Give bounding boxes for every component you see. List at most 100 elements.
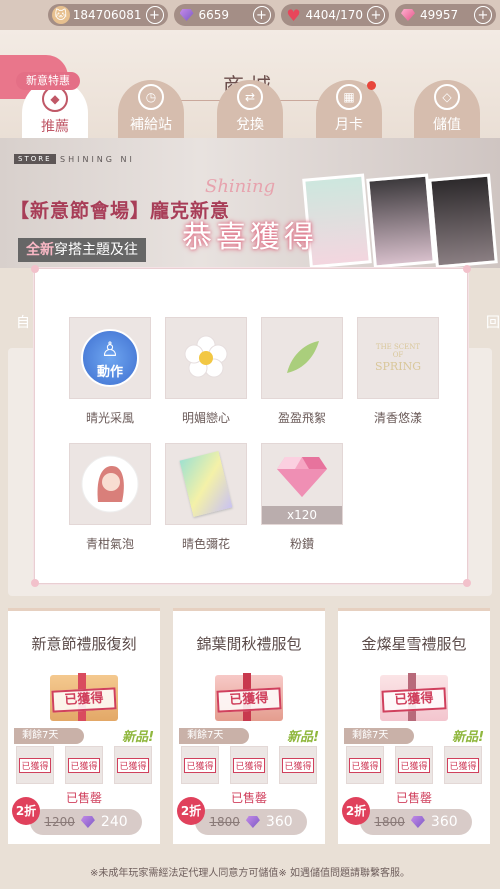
diamond-value: 6659 xyxy=(198,8,230,22)
tab-label: 補給站 xyxy=(130,117,172,133)
footer-notice: ※未成年玩家需經法定代理人同意方可儲值※ 如遇儲值問題請聯繫客服。 xyxy=(90,868,410,879)
remaining-time: 剩餘7天 xyxy=(344,728,414,744)
leaf-icon xyxy=(287,341,319,373)
notification-dot xyxy=(367,81,376,90)
tab-label: 兌換 xyxy=(236,117,264,133)
mini-obtained-stamp: 已獲得 xyxy=(447,757,479,773)
tab-label: 推薦 xyxy=(41,119,69,135)
reward-item-name: 盈盈飛絮 xyxy=(277,411,326,425)
diamond-icon xyxy=(80,816,95,828)
reward-item-box: THE SCENT OF SPRING xyxy=(357,317,439,399)
reward-item-name: 晴光采風 xyxy=(85,411,134,425)
gold-counter: 🐱 184706081 + xyxy=(47,4,168,26)
pack-mini-item[interactable]: 已獲得 xyxy=(16,746,54,784)
flower-icon xyxy=(184,335,228,378)
current-price: 360 xyxy=(265,814,293,830)
add-diamond-button[interactable]: + xyxy=(252,6,271,24)
obtained-stamp: 已獲得 xyxy=(381,687,447,713)
tab-exchange[interactable]: ⇄ 兌換 xyxy=(217,80,283,138)
pack-mini-item[interactable]: 已獲得 xyxy=(279,746,317,784)
add-pink-diamond-button[interactable]: + xyxy=(474,6,492,24)
reward-item-box xyxy=(165,443,247,525)
new-label: 新品! xyxy=(452,730,484,745)
banner-shining-text: Shining xyxy=(205,176,276,197)
mini-obtained-stamp: 已獲得 xyxy=(68,757,100,773)
price-button[interactable]: 1800 360 xyxy=(360,809,472,835)
gift-pack-card[interactable]: 金燦星雪禮服包 已獲得 剩餘7天 新品! 已獲得 已獲得 已獲得 已售罄 180… xyxy=(338,608,490,844)
pink-diamond-icon xyxy=(399,6,417,24)
gift-pack-card[interactable]: 錦葉閒秋禮服包 已獲得 剩餘7天 新品! 已獲得 已獲得 已獲得 已售罄 180… xyxy=(173,608,325,844)
action-badge-icon: ♙ 動作 xyxy=(81,329,139,387)
mini-obtained-stamp: 已獲得 xyxy=(282,757,314,773)
diamond-counter: 6659 + xyxy=(173,4,275,26)
side-tab-left[interactable]: 自 xyxy=(16,312,30,332)
stamina-counter: ♥ 4404/170 + xyxy=(280,4,389,26)
reward-item-name: 粉鑽 xyxy=(289,537,314,551)
pink-diamond-value: 49957 xyxy=(420,8,459,22)
scent-line: THE SCENT xyxy=(375,343,421,352)
reward-item-quantity: x120 xyxy=(262,506,342,524)
add-stamina-button[interactable]: + xyxy=(367,6,385,24)
action-badge-text: 動作 xyxy=(96,364,123,380)
price-button[interactable]: 1800 360 xyxy=(195,809,307,835)
discount-badge: 2折 xyxy=(12,797,40,825)
discount-badge: 2折 xyxy=(177,797,205,825)
reward-item-box: ♙ 動作 xyxy=(69,317,151,399)
reward-item-name: 青柑氣泡 xyxy=(85,537,134,551)
diamond-icon xyxy=(245,816,260,828)
gold-value: 184706081 xyxy=(72,8,142,22)
reward-item[interactable]: 盈盈飛絮 xyxy=(261,317,343,426)
mini-obtained-stamp: 已獲得 xyxy=(19,757,51,773)
tab-supply[interactable]: ◷ 補給站 xyxy=(118,80,184,138)
corner-ornament xyxy=(31,265,39,273)
reward-item[interactable]: 青柑氣泡 xyxy=(69,443,151,552)
pack-mini-item[interactable]: 已獲得 xyxy=(346,746,384,784)
reward-item-box xyxy=(165,317,247,399)
pack-mini-item[interactable]: 已獲得 xyxy=(444,746,482,784)
tab-top-up[interactable]: ◇ 儲值 xyxy=(414,80,480,138)
card-icon xyxy=(179,451,233,517)
tab-label: 儲值 xyxy=(433,117,461,133)
reward-item-box: x120 xyxy=(261,443,343,525)
gift-pack-card[interactable]: 新意節禮服復刻 已獲得 剩餘7天 新品! 已獲得 已獲得 已獲得 已售罄 120… xyxy=(8,608,160,844)
pack-mini-item[interactable]: 已獲得 xyxy=(230,746,268,784)
congrats-title: 恭喜獲得 xyxy=(182,220,318,255)
pack-mini-item[interactable]: 已獲得 xyxy=(395,746,433,784)
new-label: 新品! xyxy=(122,730,154,745)
diamond-icon xyxy=(178,6,196,24)
reward-item-box xyxy=(261,317,343,399)
reward-modal[interactable]: ♙ 動作 晴光采風 明媚戀心 盈盈飛絮 THE SCENT OF SPRING 清… xyxy=(31,265,471,587)
pack-mini-item[interactable]: 已獲得 xyxy=(181,746,219,784)
supply-icon: ◷ xyxy=(138,84,164,110)
reward-item[interactable]: 晴色彌花 xyxy=(165,443,247,552)
reward-item[interactable]: x120 粉鑽 xyxy=(261,443,343,552)
reward-item-name: 清香悠漾 xyxy=(373,411,422,425)
mini-obtained-stamp: 已獲得 xyxy=(184,757,216,773)
reward-item[interactable]: ♙ 動作 晴光采風 xyxy=(69,317,151,426)
original-price: 1200 xyxy=(44,815,75,829)
corner-ornament xyxy=(463,579,471,587)
add-gold-button[interactable]: + xyxy=(145,6,164,24)
remaining-time: 剩餘7天 xyxy=(179,728,249,744)
pack-mini-item[interactable]: 已獲得 xyxy=(114,746,152,784)
scent-card-icon: THE SCENT OF SPRING xyxy=(375,343,421,373)
pack-name: 錦葉閒秋禮服包 xyxy=(196,635,302,653)
mini-obtained-stamp: 已獲得 xyxy=(349,757,381,773)
reward-item-box xyxy=(69,443,151,525)
stamina-value: 4404/170 xyxy=(305,8,364,22)
banner-store-label: STORE xyxy=(14,154,56,164)
exchange-icon: ⇄ xyxy=(237,84,263,110)
pack-mini-item[interactable]: 已獲得 xyxy=(65,746,103,784)
remaining-time: 剩餘7天 xyxy=(14,728,84,744)
reward-item-name: 明媚戀心 xyxy=(181,411,230,425)
reward-item[interactable]: 明媚戀心 xyxy=(165,317,247,426)
obtained-stamp: 已獲得 xyxy=(216,687,282,713)
corner-ornament xyxy=(31,579,39,587)
corner-ornament xyxy=(463,265,471,273)
new-tag: 新意特惠 xyxy=(16,72,80,90)
reward-item[interactable]: THE SCENT OF SPRING 清香悠漾 xyxy=(357,317,439,426)
side-tab-right[interactable]: 回 xyxy=(486,312,500,332)
price-button[interactable]: 1200 240 xyxy=(30,809,142,835)
pack-name: 金燦星雪禮服包 xyxy=(361,635,467,653)
mini-obtained-stamp: 已獲得 xyxy=(398,757,430,773)
